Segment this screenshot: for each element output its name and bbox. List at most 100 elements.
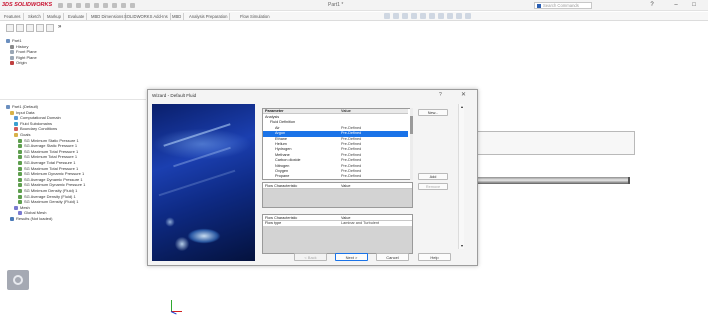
cancel-button[interactable]: Cancel — [376, 253, 409, 261]
dialog-scrollbar[interactable]: ▴ ▾ — [458, 104, 464, 249]
tree-item[interactable]: SG Maximum Total Pressure 1 — [18, 166, 78, 171]
tree-item[interactable]: Input Data — [10, 110, 34, 115]
tree-item-label: Fluid Subdomains — [20, 120, 53, 126]
goal-icon — [18, 194, 22, 199]
dimxpert-icon[interactable] — [36, 24, 44, 32]
tab-mbd-dimensions[interactable]: MBD Dimensions — [89, 13, 127, 20]
tree-item[interactable]: Origin — [10, 60, 27, 65]
minimize-button[interactable]: – — [672, 2, 680, 9]
tree-item[interactable]: SG Minimum Total Pressure 1 — [18, 154, 77, 159]
options-icon[interactable] — [130, 3, 135, 8]
tree-item-label: Part1 (Default) — [12, 104, 39, 109]
tree-item[interactable]: SG Maximum Total Pressure 1 — [18, 149, 78, 154]
tree-item[interactable]: SG Average Density (Fluid) 1 — [18, 194, 76, 199]
hide-show-icon[interactable] — [438, 13, 444, 19]
property-manager-icon[interactable] — [16, 24, 24, 32]
scroll-down-icon[interactable]: ▾ — [459, 243, 465, 249]
print-icon[interactable] — [94, 3, 99, 8]
remove-button[interactable]: Remove — [418, 183, 448, 190]
tree-item[interactable]: History — [10, 44, 28, 49]
tree-item[interactable]: Global Mesh — [18, 210, 46, 215]
new-file-icon[interactable] — [67, 3, 72, 8]
open-file-icon[interactable] — [76, 3, 81, 8]
flow-type-select[interactable]: Laminar and Turbulent — [341, 221, 379, 226]
previous-view-icon[interactable] — [402, 13, 408, 19]
tab-flow-simulation[interactable]: Flow Simulation — [238, 13, 272, 20]
search-commands-input[interactable]: Search Commands — [534, 2, 592, 9]
display-style-icon[interactable] — [429, 13, 435, 19]
fluid-properties-table[interactable]: Parameter Value Analysis Fluid Definition Ai… — [262, 108, 412, 180]
fluid-icon — [14, 121, 18, 126]
tree-item-label: SG Minimum Static Pressure 1 — [24, 137, 79, 143]
goal-icon — [18, 144, 22, 149]
zoom-fit-icon[interactable] — [384, 13, 390, 19]
panel-divider[interactable] — [0, 99, 146, 100]
next-button[interactable]: Next > — [335, 253, 368, 261]
tree-item-label: SG Average Density (Fluid) 1 — [24, 193, 76, 199]
tree-item[interactable]: SG Maximum Density (Fluid) 1 — [18, 199, 78, 204]
tree-item[interactable]: Computational Domain — [14, 115, 61, 120]
simulation-thumbnail[interactable] — [7, 270, 29, 290]
zoom-area-icon[interactable] — [393, 13, 399, 19]
view-orientation-icon[interactable] — [420, 13, 426, 19]
tab-sketch[interactable]: Sketch — [26, 13, 44, 20]
tree-item[interactable]: SG Minimum Density (Fluid) 1 — [18, 188, 77, 193]
origin-icon — [10, 61, 14, 66]
tree-item[interactable]: Mesh — [14, 205, 30, 210]
config-manager-icon[interactable] — [26, 24, 34, 32]
tree-item[interactable]: Right Plane — [10, 55, 37, 60]
tab-analysis-preparation[interactable]: Analysis Preparation — [187, 13, 231, 20]
display-manager-icon[interactable] — [46, 24, 54, 32]
flow-characteristics-table[interactable]: Flow Characteristic Value — [262, 182, 413, 208]
tab-features[interactable]: Features — [2, 13, 24, 20]
model-body[interactable] — [453, 131, 635, 155]
tree-item[interactable]: Goals — [14, 132, 30, 137]
tree-item[interactable]: Results (Not loaded) — [10, 216, 52, 221]
tree-item[interactable]: SG Average Static Pressure 1 — [18, 143, 77, 148]
tree-item[interactable]: SG Minimum Dynamic Pressure 1 — [18, 171, 84, 176]
select-icon[interactable] — [112, 3, 117, 8]
feature-tree-icon[interactable] — [6, 24, 14, 32]
tree-item-label: SG Average Dynamic Pressure 1 — [24, 176, 83, 182]
plane-icon — [10, 50, 14, 55]
new-button[interactable]: New... — [418, 109, 448, 116]
mesh-icon — [14, 205, 18, 210]
tree-item[interactable]: SG Average Dynamic Pressure 1 — [18, 177, 83, 182]
model-rod[interactable] — [453, 177, 630, 184]
tree-item[interactable]: SG Average Total Pressure 1 — [18, 160, 75, 165]
section-view-icon[interactable] — [411, 13, 417, 19]
dialog-help-icon[interactable]: ? — [439, 92, 442, 98]
view-settings-icon[interactable] — [465, 13, 471, 19]
back-button[interactable]: < Back — [294, 253, 327, 261]
maximize-button[interactable]: □ — [690, 2, 698, 9]
dialog-close-button[interactable]: ✕ — [461, 91, 466, 98]
scene-icon[interactable] — [456, 13, 462, 19]
expand-icon[interactable]: » — [58, 24, 66, 32]
help-icon[interactable]: ? — [648, 2, 656, 9]
save-icon[interactable] — [85, 3, 90, 8]
appearance-icon[interactable] — [447, 13, 453, 19]
scroll-up-icon[interactable]: ▴ — [459, 104, 465, 110]
tree-item[interactable]: Boundary Conditions — [14, 126, 57, 131]
tab-addins[interactable]: SOLIDWORKS Add-Ins — [122, 13, 171, 20]
tab-mbd[interactable]: MBD — [170, 13, 185, 20]
tab-evaluate[interactable]: Evaluate — [66, 13, 88, 20]
properties-scrollbar[interactable] — [410, 108, 413, 180]
tree-item[interactable]: Part1 (Default) — [6, 104, 38, 109]
tree-item[interactable]: SG Maximum Dynamic Pressure 1 — [18, 182, 85, 187]
table-row[interactable]: Flow type Laminar and Turbulent — [263, 221, 412, 226]
rebuild-icon[interactable] — [121, 3, 126, 8]
dialog-title: Wizard - Default Fluid — [152, 93, 197, 98]
tree-item[interactable]: Front Plane — [10, 49, 37, 54]
tree-item[interactable]: Fluid Subdomains — [14, 121, 52, 126]
add-button[interactable]: Add — [418, 173, 448, 180]
tab-markup[interactable]: Markup — [45, 13, 64, 20]
help-button[interactable]: Help — [418, 253, 451, 261]
home-icon[interactable] — [58, 3, 63, 8]
tree-item[interactable]: Part1 — [6, 38, 22, 43]
flow-type-table[interactable]: Flow Characteristic Value Flow type Lami… — [262, 214, 413, 254]
undo-icon[interactable] — [103, 3, 108, 8]
goal-icon — [18, 177, 22, 182]
title-bar: 3DS SOLIDWORKS Part1 * Search Commands ?… — [0, 0, 708, 11]
tree-item[interactable]: SG Minimum Static Pressure 1 — [18, 138, 79, 143]
